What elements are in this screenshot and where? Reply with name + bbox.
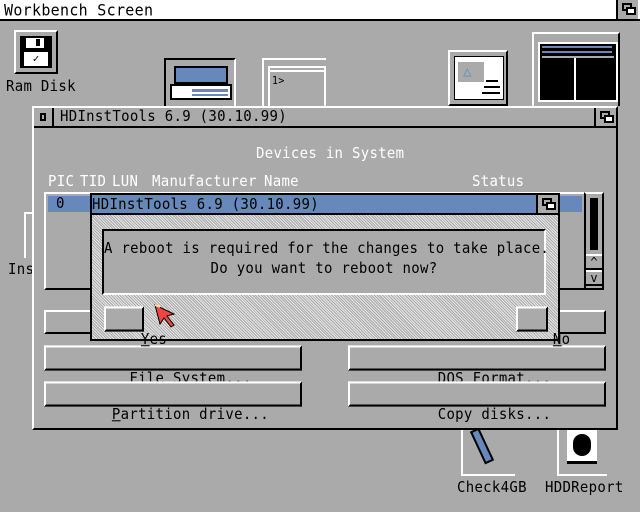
- no-hotkey: N: [552, 331, 562, 349]
- shell-icon[interactable]: 1>: [262, 58, 326, 110]
- partition-drive-button[interactable]: Partition drive...: [44, 381, 302, 423]
- column-header-lun: LUN: [112, 173, 139, 191]
- requester-title: HDInstTools 6.9 (30.10.99): [92, 196, 319, 214]
- no-label: o: [561, 331, 571, 349]
- scrollbar-knob[interactable]: [590, 198, 598, 250]
- devices-section-title: Devices in System: [256, 145, 405, 163]
- hddreport-label: HDDReport: [545, 479, 624, 497]
- window-title-bar[interactable]: HDInstTools 6.9 (30.10.99): [34, 108, 616, 128]
- device-pic: 0: [56, 195, 65, 213]
- mouse-pointer-icon: [154, 304, 176, 328]
- installer-label: Ins: [8, 261, 35, 279]
- copy-disks-button[interactable]: Copy disks...: [348, 381, 606, 423]
- partition-drive-hotkey: P: [111, 406, 121, 424]
- requester-depth-gadget[interactable]: [536, 195, 558, 213]
- scroll-up-arrow-icon[interactable]: ^: [586, 254, 602, 270]
- requester-message-box: A reboot is required for the changes to …: [102, 229, 550, 295]
- column-header-status: Status: [472, 173, 525, 191]
- yes-hotkey: Y: [140, 331, 150, 349]
- triangle-icon: △: [463, 64, 472, 80]
- requester-message-line1: A reboot is required for the changes to …: [104, 240, 550, 258]
- requester-message-line2: Do you want to reboot now?: [210, 260, 438, 278]
- check4gb-label: Check4GB: [457, 479, 527, 497]
- file-system-button[interactable]: File System...: [44, 345, 302, 387]
- hddreport-icon[interactable]: [557, 428, 607, 476]
- yes-label: es: [149, 331, 168, 349]
- screen-title: Workbench Screen: [4, 0, 154, 20]
- prefs-drawer-icon[interactable]: [164, 58, 236, 108]
- column-header-name: Name: [264, 173, 299, 191]
- ram-disk-label: Ram Disk: [6, 78, 76, 96]
- yes-button[interactable]: Yes: [104, 306, 167, 348]
- column-header-tid: TID: [80, 173, 107, 191]
- column-header-manufacturer: Manufacturer: [152, 173, 257, 191]
- screen-preview-icon[interactable]: [532, 32, 620, 106]
- no-button[interactable]: No: [516, 306, 570, 348]
- scroll-down-arrow-icon[interactable]: v: [586, 270, 602, 286]
- device-list-scrollbar[interactable]: ^ v: [584, 192, 604, 290]
- partition-drive-label: artition drive...: [120, 406, 270, 424]
- column-header-pic: PIC: [48, 173, 75, 191]
- installer-icon[interactable]: [24, 212, 32, 258]
- window-title: HDInstTools 6.9 (30.10.99): [60, 108, 287, 126]
- screen-title-bar: Workbench Screen: [0, 0, 640, 21]
- screen-depth-gadget[interactable]: [616, 0, 638, 19]
- close-gadget-icon[interactable]: [34, 108, 54, 126]
- copy-disks-label: Copy disks...: [437, 406, 552, 424]
- requester-title-bar[interactable]: HDInstTools 6.9 (30.10.99): [92, 195, 558, 215]
- ram-disk-icon[interactable]: ✓: [14, 30, 58, 76]
- window-depth-gadget[interactable]: [594, 108, 616, 126]
- hdtoolbox-icon[interactable]: △: [448, 50, 508, 106]
